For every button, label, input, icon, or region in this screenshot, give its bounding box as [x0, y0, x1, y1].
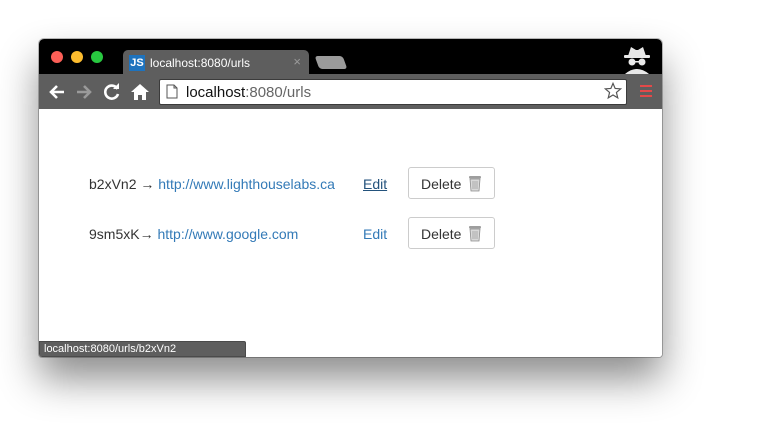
address-path: :8080/urls [245, 84, 312, 101]
long-url-link[interactable]: http://www.google.com [157, 226, 298, 242]
browser-window: JS localhost:8080/urls × localhost:8080/… [39, 39, 662, 357]
tab-close-icon[interactable]: × [293, 54, 301, 69]
short-url: b2xVn2 [89, 176, 137, 192]
arrow-icon: → [140, 176, 155, 192]
status-text: localhost:8080/urls/b2xVn2 [44, 343, 177, 355]
url-row: 9sm5xK→ http://www.google.com Edit Delet… [89, 217, 509, 251]
status-bar: localhost:8080/urls/b2xVn2 [39, 341, 246, 357]
browser-tab[interactable]: JS localhost:8080/urls × [123, 50, 309, 74]
close-window-button[interactable] [51, 51, 63, 63]
trash-icon [469, 226, 481, 242]
delete-button[interactable]: Delete [408, 167, 495, 199]
address-text: localhost:8080/urls [186, 84, 311, 101]
edit-link[interactable]: Edit [363, 226, 387, 242]
address-bar[interactable]: localhost:8080/urls [159, 79, 627, 105]
favicon: JS [129, 55, 145, 71]
url-row: b2xVn2 → http://www.lighthouselabs.ca Ed… [89, 167, 509, 201]
long-url-link[interactable]: http://www.lighthouselabs.ca [158, 176, 335, 192]
short-url: 9sm5xK [89, 226, 140, 242]
menu-icon[interactable] [639, 84, 653, 98]
edit-link[interactable]: Edit [363, 176, 387, 192]
reload-icon[interactable] [102, 82, 122, 102]
bookmark-star-icon[interactable] [604, 82, 622, 100]
delete-label: Delete [421, 176, 462, 192]
url-entry: b2xVn2 → http://www.lighthouselabs.ca [89, 176, 335, 192]
back-icon[interactable] [47, 82, 67, 102]
new-tab-button[interactable] [314, 56, 348, 69]
page-content: b2xVn2 → http://www.lighthouselabs.ca Ed… [39, 109, 662, 357]
address-host: localhost [186, 84, 246, 101]
browser-toolbar: localhost:8080/urls [39, 74, 662, 109]
maximize-window-button[interactable] [91, 51, 103, 63]
delete-button[interactable]: Delete [408, 217, 495, 249]
incognito-icon [624, 47, 650, 74]
arrow-icon: → [139, 226, 154, 242]
page-icon [166, 84, 178, 99]
trash-icon [469, 176, 481, 192]
home-icon[interactable] [130, 82, 150, 102]
title-bar: JS localhost:8080/urls × [39, 39, 662, 74]
url-entry: 9sm5xK→ http://www.google.com [89, 226, 298, 242]
tab-title: localhost:8080/urls [150, 56, 251, 70]
minimize-window-button[interactable] [71, 51, 83, 63]
delete-label: Delete [421, 226, 462, 242]
forward-icon[interactable] [74, 82, 94, 102]
